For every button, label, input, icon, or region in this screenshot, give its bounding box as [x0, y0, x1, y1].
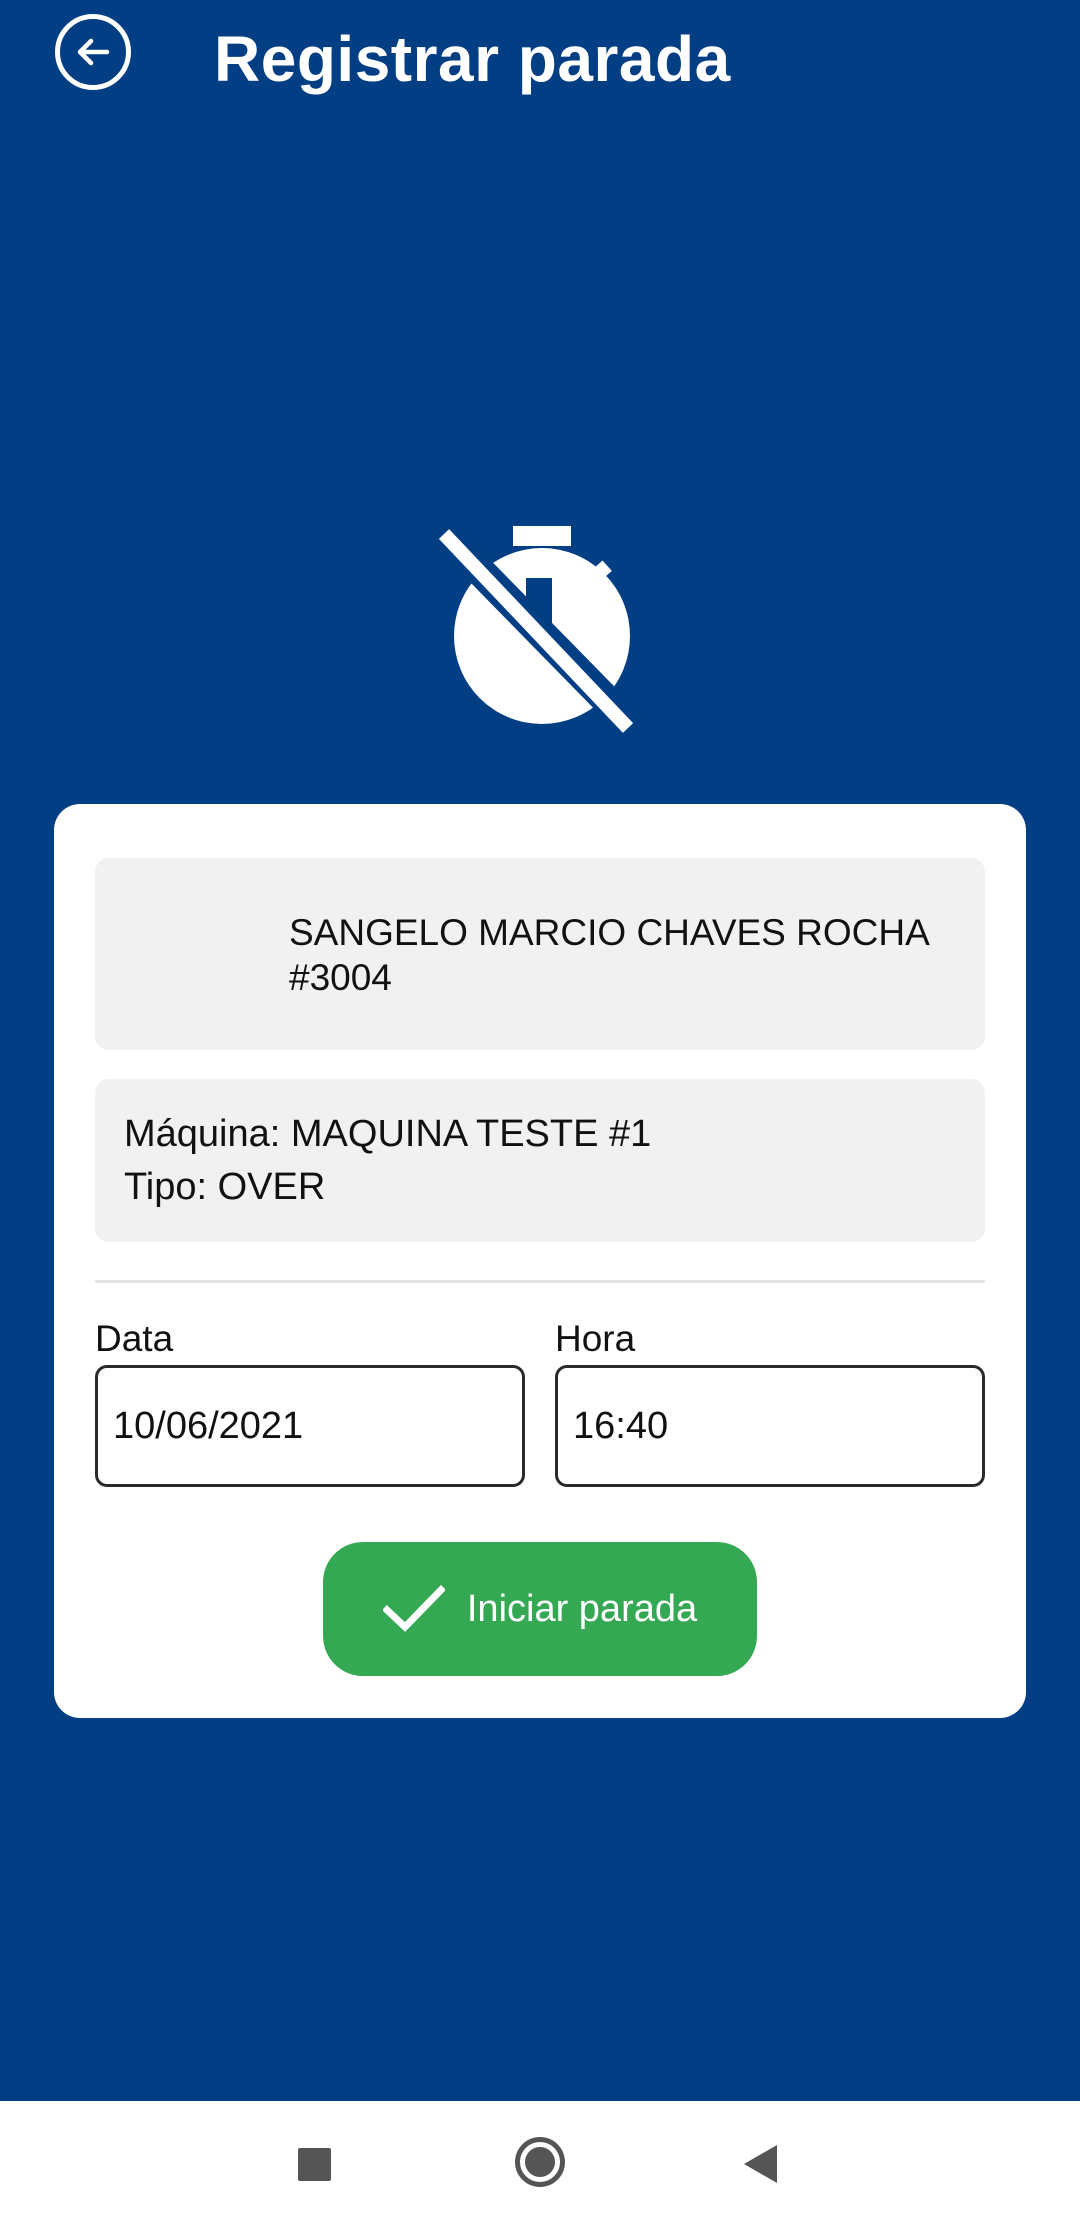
back-button[interactable] — [55, 14, 131, 90]
machine-panel: Máquina: MAQUINA TESTE #1 Tipo: OVER — [95, 1079, 985, 1242]
start-stop-label: Iniciar parada — [466, 1588, 698, 1630]
home-circle-icon[interactable] — [515, 2137, 565, 2187]
machine-name: Máquina: MAQUINA TESTE #1 — [124, 1113, 652, 1155]
start-stop-button[interactable]: Iniciar parada — [323, 1542, 757, 1676]
timer-off-icon — [436, 521, 643, 737]
divider — [95, 1280, 985, 1283]
date-field[interactable] — [95, 1365, 525, 1487]
stop-card: SANGELO MARCIO CHAVES ROCHA #3004 Máquin… — [54, 804, 1026, 1718]
date-label: Data — [95, 1318, 174, 1359]
recents-square-icon[interactable] — [298, 2148, 331, 2181]
home-dot — [525, 2147, 555, 2177]
page-title: Registrar parada — [214, 23, 731, 95]
system-nav-bar — [0, 2101, 1080, 2231]
stop-type: Tipo: OVER — [124, 1166, 326, 1208]
app-screen: Registrar parada SANGELO MARCIO CHAVES R… — [0, 0, 1080, 2231]
app-header: Registrar parada — [0, 0, 1080, 120]
time-field[interactable] — [555, 1365, 985, 1487]
check-icon — [382, 1585, 445, 1632]
arrow-left-icon — [77, 38, 110, 66]
operator-id: #3004 — [289, 957, 392, 998]
operator-panel: SANGELO MARCIO CHAVES ROCHA #3004 — [95, 858, 985, 1050]
nav-back-triangle-icon[interactable] — [744, 2145, 777, 2183]
operator-full-name: SANGELO MARCIO CHAVES ROCHA — [289, 912, 930, 953]
operator-name: SANGELO MARCIO CHAVES ROCHA #3004 — [289, 910, 949, 1000]
time-label: Hora — [555, 1318, 636, 1359]
